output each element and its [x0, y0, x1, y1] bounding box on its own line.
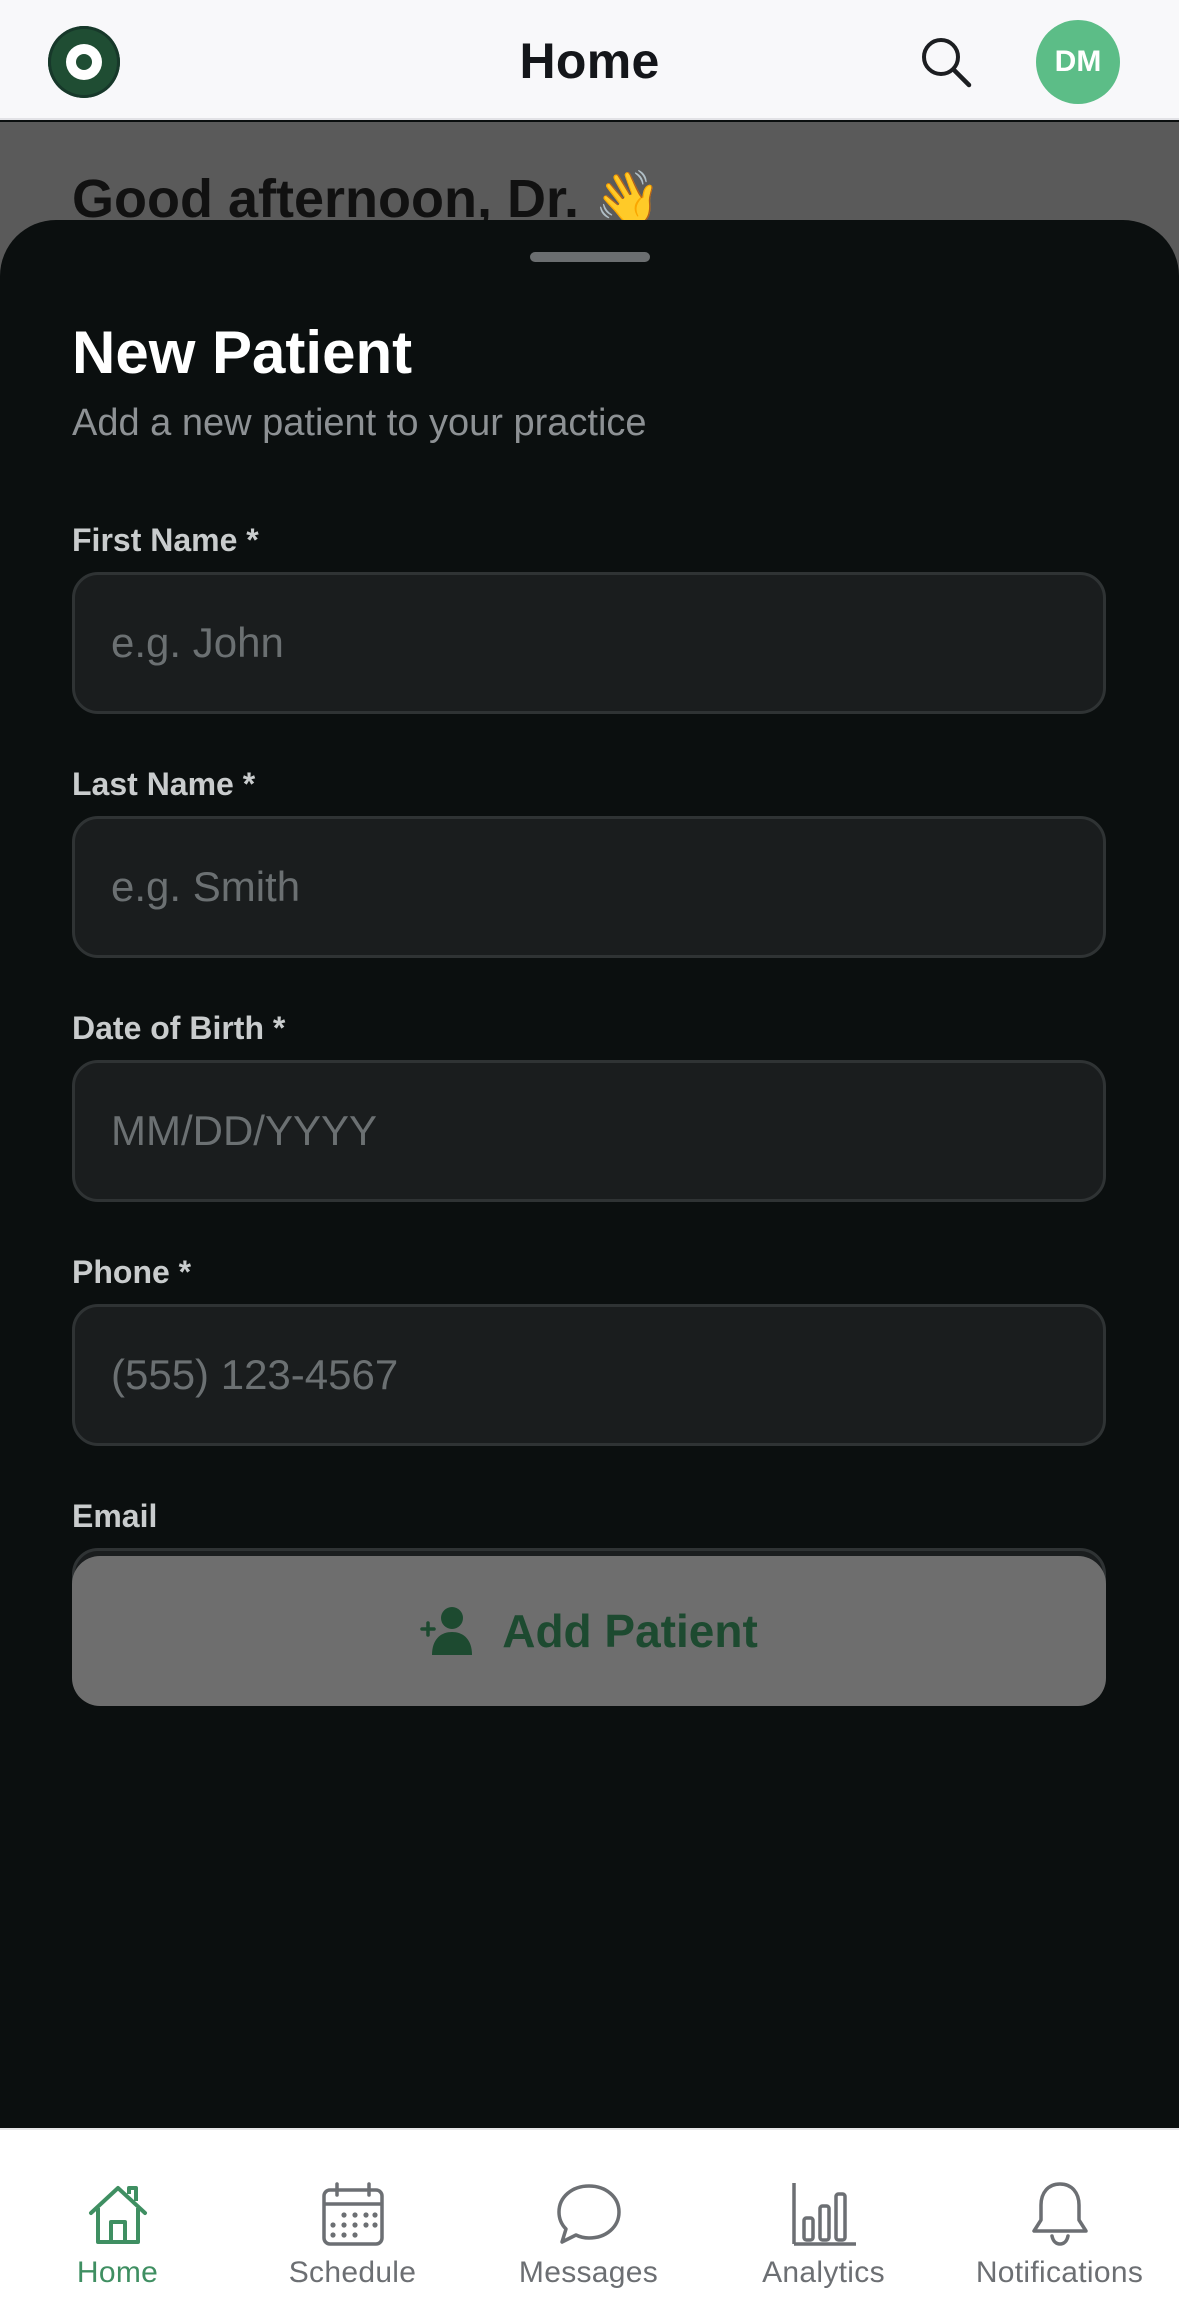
add-user-icon — [420, 1605, 476, 1658]
tab-messages-label: Messages — [518, 2256, 659, 2289]
phone-field[interactable] — [72, 1304, 1106, 1446]
page-title: Home — [519, 33, 660, 89]
tab-analytics[interactable]: Analytics — [706, 2130, 941, 2308]
sheet-grabber[interactable] — [530, 252, 650, 262]
tab-schedule-label: Schedule — [288, 2256, 417, 2289]
bottom-tab-bar: Home Schedule Messages Analytics Notific… — [0, 2128, 1179, 2308]
calendar-icon — [321, 2182, 384, 2246]
tab-messages[interactable]: Messages — [471, 2130, 706, 2308]
last-name-field[interactable] — [72, 816, 1106, 958]
phone-label: Phone * — [72, 1254, 192, 1290]
email-label: Email — [72, 1498, 158, 1534]
new-patient-sheet: New Patient Add a new patient to your pr… — [0, 220, 1179, 2130]
search-icon[interactable] — [918, 34, 974, 90]
first-name-field[interactable] — [72, 572, 1106, 714]
sheet-subtitle: Add a new patient to your practice — [72, 402, 647, 444]
add-patient-button[interactable]: Add Patient — [72, 1556, 1106, 1706]
add-patient-label: Add Patient — [502, 1605, 758, 1657]
date-of-birth-label: Date of Birth * — [72, 1010, 286, 1046]
top-header: Home DM — [0, 0, 1179, 120]
tab-notifications-label: Notifications — [975, 2256, 1144, 2289]
home-icon — [88, 2186, 147, 2244]
tab-notifications[interactable]: Notifications — [942, 2130, 1177, 2308]
app-screen: Good afternoon, Dr. 👋 Home DM New Patien… — [0, 0, 1179, 2308]
avatar[interactable]: DM — [1036, 20, 1120, 104]
tab-schedule[interactable]: Schedule — [235, 2130, 470, 2308]
tab-analytics-label: Analytics — [762, 2256, 885, 2289]
chat-bubble-icon — [556, 2184, 621, 2244]
last-name-label: Last Name * — [72, 766, 256, 802]
tab-home-label: Home — [76, 2256, 159, 2289]
tab-home[interactable]: Home — [0, 2130, 235, 2308]
first-name-label: First Name * — [72, 522, 259, 558]
bar-chart-icon — [791, 2183, 856, 2246]
date-of-birth-field[interactable] — [72, 1060, 1106, 1202]
bell-icon — [1031, 2182, 1088, 2246]
sheet-title: New Patient — [72, 319, 413, 386]
